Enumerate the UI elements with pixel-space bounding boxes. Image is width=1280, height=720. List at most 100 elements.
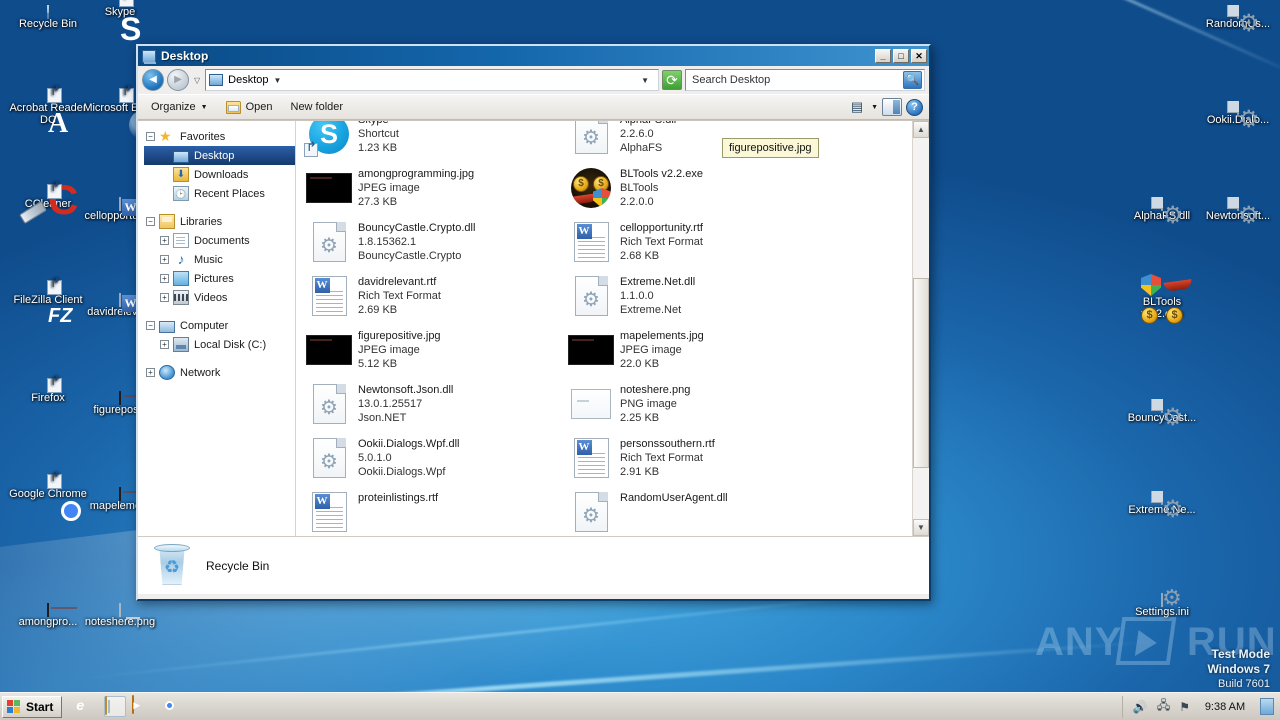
expand-toggle-icon[interactable]: + (160, 340, 169, 349)
scroll-down-button[interactable]: ▼ (913, 519, 929, 536)
volume-icon[interactable]: 🔊 (1133, 700, 1148, 714)
sidebar-item-desktop[interactable]: Desktop (144, 146, 295, 165)
desktop-icon[interactable]: amongpro... (8, 603, 88, 628)
sidebar-item-label: Recent Places (194, 187, 265, 200)
expand-toggle-icon[interactable]: + (160, 255, 169, 264)
desktop-icon[interactable]: Recycle Bin (8, 5, 88, 30)
file-list-item[interactable]: mapelements.jpg JPEG image 22.0 KB (558, 323, 820, 377)
address-dropdown-icon[interactable]: ▼ (635, 76, 655, 85)
desktop-icon[interactable]: RandomUs... (1198, 5, 1278, 30)
breadcrumb-desktop[interactable]: Desktop (228, 74, 268, 86)
search-icon[interactable] (903, 71, 922, 89)
refresh-button[interactable] (662, 70, 682, 90)
file-list-item[interactable]: noteshere.png PNG image 2.25 KB (558, 377, 820, 431)
expand-toggle-icon[interactable] (160, 151, 169, 160)
file-list-item[interactable]: Newtonsoft.Json.dll 13.0.1.25517 Json.NET (296, 377, 558, 431)
explorer-window[interactable]: Desktop _ □ ✕ ▽ Desktop ▼ ▼ Search Deskt… (136, 44, 931, 601)
taskbar-windows-explorer-icon[interactable] (104, 696, 127, 717)
expand-toggle-icon[interactable] (160, 189, 169, 198)
collapse-toggle-icon[interactable]: − (146, 321, 155, 330)
window-titlebar[interactable]: Desktop _ □ ✕ (138, 46, 929, 66)
sidebar-item-documents[interactable]: + Documents (144, 231, 295, 250)
collapse-toggle-icon[interactable]: + (146, 368, 155, 377)
file-list-item[interactable]: davidrelevant.rtf Rich Text Format 2.69 KB (296, 269, 558, 323)
file-list-item[interactable]: cellopportunity.rtf Rich Text Format 2.68 … (558, 215, 820, 269)
close-button[interactable]: ✕ (911, 49, 927, 63)
desktop-icon[interactable]: Settings.ini (1122, 593, 1202, 618)
nav-group-header[interactable]: + Network (144, 363, 295, 382)
maximize-button[interactable]: □ (893, 49, 909, 63)
file-list-item[interactable]: amongprogramming.jpg JPEG image 27.3 KB (296, 161, 558, 215)
nav-group-header[interactable]: − Favorites (144, 127, 295, 146)
desktop-icon[interactable]: BLTools v2.2.exe (1122, 274, 1202, 324)
expand-toggle-icon[interactable]: + (160, 293, 169, 302)
search-box[interactable]: Search Desktop (685, 69, 925, 91)
scrollbar-thumb[interactable] (913, 278, 929, 468)
desktop-icon[interactable]: Firefox (8, 378, 88, 404)
file-list-item[interactable]: figurepositive.jpg JPEG image 5.12 KB (296, 323, 558, 377)
search-input[interactable]: Search Desktop (692, 74, 903, 86)
nav-group-header[interactable]: − Computer (144, 316, 295, 335)
nav-group-header[interactable]: − Libraries (144, 212, 295, 231)
network-icon[interactable]: 🖧 (1157, 696, 1170, 717)
minimize-button[interactable]: _ (875, 49, 891, 63)
taskbar-internet-explorer-icon[interactable] (76, 696, 98, 717)
file-list-item[interactable]: Extreme.Net.dll 1.1.0.0 Extreme.Net (558, 269, 820, 323)
navigation-pane[interactable]: −FavoritesDesktopDownloads Recent Places −… (138, 121, 296, 536)
file-list-item[interactable]: Skype Shortcut 1.23 KB (296, 121, 558, 161)
organize-button[interactable]: Organize ▼ (144, 98, 215, 116)
address-bar[interactable]: Desktop ▼ ▼ (205, 69, 659, 91)
file-list-item[interactable]: personssouthern.rtf Rich Text Format 2.91 … (558, 431, 820, 485)
taskbar-microsoft-edge-icon[interactable] (188, 696, 210, 717)
file-list-pane[interactable]: Skype Shortcut 1.23 KB AlphaFS.dll 2.2.6.0 Al… (296, 121, 912, 536)
view-chevron-down-icon[interactable]: ▼ (871, 104, 878, 111)
action-center-flag-icon[interactable]: ⚑ (1179, 700, 1190, 714)
taskbar-windows-media-player-icon[interactable] (132, 695, 154, 717)
file-list-item[interactable]: RandomUserAgent.dll (558, 485, 820, 536)
desktop-icon[interactable]: Google Chrome (8, 474, 88, 500)
desktop-icon[interactable]: Acrobat Reader DC (8, 88, 88, 126)
sidebar-item-music[interactable]: + Music (144, 250, 295, 269)
desktop-icon[interactable]: FileZilla Client (8, 280, 88, 306)
file-list-item[interactable]: proteinlistings.rtf (296, 485, 558, 536)
sidebar-item-local-disk-c[interactable]: + Local Disk (C:) (144, 335, 295, 354)
file-list-item[interactable]: BouncyCastle.Crypto.dll 1.8.15362.1 Bouncy… (296, 215, 558, 269)
desktop-icon[interactable]: BouncyCast... (1122, 399, 1202, 424)
change-view-button[interactable] (847, 98, 867, 116)
desktop-icon[interactable]: Skype (80, 0, 160, 18)
desktop-icon[interactable]: Ookii.Dialo... (1198, 101, 1278, 126)
help-icon[interactable] (906, 98, 923, 116)
show-desktop-button[interactable] (1260, 698, 1274, 715)
expand-toggle-icon[interactable] (160, 170, 169, 179)
collapse-toggle-icon[interactable]: − (146, 217, 155, 226)
desktop-icon[interactable]: Newtonsoft... (1198, 197, 1278, 222)
taskbar-google-chrome-icon[interactable] (160, 696, 182, 717)
file-list-item[interactable]: Ookii.Dialogs.Wpf.dll 5.0.1.0 Ookii.Dialog… (296, 431, 558, 485)
desktop-icon[interactable]: Extreme.Ne... (1122, 491, 1202, 516)
expand-toggle-icon[interactable]: + (160, 274, 169, 283)
expand-toggle-icon[interactable]: + (160, 236, 169, 245)
recent-pages-chevron-icon[interactable]: ▽ (194, 76, 200, 85)
collapse-toggle-icon[interactable]: − (146, 132, 155, 141)
new-folder-button[interactable]: New folder (284, 98, 351, 116)
desktop-icon[interactable]: CCleaner (8, 184, 88, 210)
desktop-icon[interactable]: AlphaFS.dll (1122, 197, 1202, 222)
start-button[interactable]: Start (2, 695, 63, 718)
breadcrumb-chevron-down-icon[interactable]: ▼ (274, 76, 282, 85)
test-mode-watermark: Test Mode Windows 7 Build 7601 (1120, 647, 1270, 692)
vertical-scrollbar[interactable]: ▲ ▼ (912, 121, 929, 536)
sidebar-item-videos[interactable]: + Videos (144, 288, 295, 307)
sidebar-item-downloads[interactable]: Downloads (144, 165, 295, 184)
taskbar[interactable]: Start 🔊 🖧 ⚑ 9:38 AM (0, 692, 1280, 720)
file-list-item[interactable]: BLTools v2.2.exe BLTools 2.2.0.0 (558, 161, 820, 215)
clock[interactable]: 9:38 AM (1199, 701, 1251, 713)
open-button[interactable]: Open (219, 98, 280, 117)
back-button[interactable] (142, 69, 164, 91)
scrollbar-track[interactable] (913, 138, 929, 519)
desktop-icon[interactable]: noteshere.png (80, 603, 160, 628)
scroll-up-button[interactable]: ▲ (913, 121, 929, 138)
forward-button[interactable] (167, 69, 189, 91)
sidebar-item-recent-places[interactable]: Recent Places (144, 184, 295, 203)
preview-pane-button[interactable] (882, 98, 902, 116)
sidebar-item-pictures[interactable]: + Pictures (144, 269, 295, 288)
